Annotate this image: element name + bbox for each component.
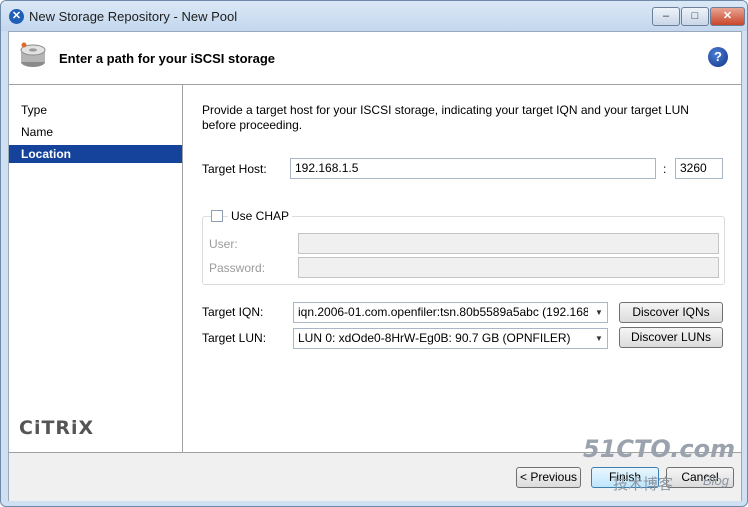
discover-luns-button[interactable]: Discover LUNs xyxy=(619,327,723,348)
chevron-down-icon: ▼ xyxy=(591,329,607,348)
target-lun-value: LUN 0: xdOde0-8HrW-Eg0B: 90.7 GB (OPNFIL… xyxy=(298,331,571,345)
xenserver-app-icon: ✕ xyxy=(9,9,24,24)
target-iqn-select[interactable]: iqn.2006-01.com.openfiler:tsn.80b5589a5a… xyxy=(293,302,608,323)
sidebar-item-type[interactable]: Type xyxy=(9,101,182,119)
target-host-input[interactable]: 192.168.1.5 xyxy=(290,158,656,179)
sidebar-item-name[interactable]: Name xyxy=(9,123,182,141)
user-input[interactable] xyxy=(298,233,719,254)
password-input[interactable] xyxy=(298,257,719,278)
chap-group: Use CHAP User: Password: xyxy=(202,209,725,285)
target-iqn-value: iqn.2006-01.com.openfiler:tsn.80b5589a5a… xyxy=(298,305,588,319)
use-chap-checkbox[interactable] xyxy=(211,210,223,222)
wizard-footer: < Previous Finish Cancel xyxy=(9,452,741,501)
dialog-window: ✕ New Storage Repository - New Pool – □ … xyxy=(0,0,748,507)
help-icon[interactable]: ? xyxy=(708,47,728,67)
user-label: User: xyxy=(209,237,238,251)
wizard-steps-sidebar: Type Name Location CiTRiX xyxy=(9,85,183,452)
cancel-button[interactable]: Cancel xyxy=(666,467,734,488)
target-lun-select[interactable]: LUN 0: xdOde0-8HrW-Eg0B: 90.7 GB (OPNFIL… xyxy=(293,328,608,349)
title-bar[interactable]: ✕ New Storage Repository - New Pool – □ … xyxy=(1,1,747,31)
discover-iqns-button[interactable]: Discover IQNs xyxy=(619,302,723,323)
minimize-button[interactable]: – xyxy=(652,7,680,26)
window-title: New Storage Repository - New Pool xyxy=(29,9,238,24)
use-chap-label[interactable]: Use CHAP xyxy=(228,209,293,223)
close-button[interactable]: ✕ xyxy=(710,7,745,26)
sidebar-item-location[interactable]: Location xyxy=(9,145,182,163)
wizard-header: Enter a path for your iSCSI storage ? xyxy=(9,32,741,85)
port-separator: : xyxy=(663,162,667,176)
target-port-input[interactable]: 3260 xyxy=(675,158,723,179)
instructions-text: Provide a target host for your ISCSI sto… xyxy=(202,103,689,132)
dialog-client: Enter a path for your iSCSI storage ? Ty… xyxy=(8,31,742,501)
page-title: Enter a path for your iSCSI storage xyxy=(59,51,275,66)
wizard-content: Provide a target host for your ISCSI sto… xyxy=(183,85,741,452)
citrix-logo: CiTRiX xyxy=(19,417,95,439)
storage-disk-icon xyxy=(20,42,46,67)
finish-button[interactable]: Finish xyxy=(591,467,659,488)
target-host-label: Target Host: xyxy=(202,162,267,176)
target-iqn-label: Target IQN: xyxy=(202,305,264,319)
password-label: Password: xyxy=(209,261,266,275)
maximize-button[interactable]: □ xyxy=(681,7,709,26)
previous-button[interactable]: < Previous xyxy=(516,467,581,488)
target-lun-label: Target LUN: xyxy=(202,331,267,345)
chevron-down-icon: ▼ xyxy=(591,303,607,322)
